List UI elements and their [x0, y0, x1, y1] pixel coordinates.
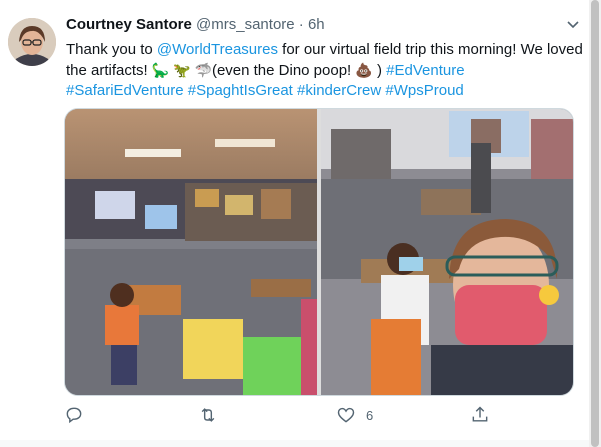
selfie-photo-right[interactable]	[321, 109, 573, 395]
author-handle[interactable]: @mrs_santore	[196, 16, 295, 33]
like-button[interactable]: 6	[336, 402, 373, 428]
retweet-icon	[201, 408, 215, 422]
next-tweet-edge	[0, 440, 601, 447]
tweet-actions: 6	[64, 402, 584, 428]
tweet-timestamp[interactable]: 6h	[308, 16, 325, 33]
tweet-text-part3: (even the Dino poop!	[211, 62, 356, 79]
reply-icon	[66, 407, 82, 424]
reply-button[interactable]	[64, 402, 84, 428]
classroom-photo-left[interactable]	[65, 109, 317, 395]
more-options-chevron-down-icon[interactable]	[560, 17, 586, 37]
poop-emoji: 💩	[355, 62, 373, 78]
like-count: 6	[366, 407, 374, 423]
author-name[interactable]: Courtney Santore	[66, 16, 192, 33]
dinosaur-shark-emojis: 🦕 🦖 🦈	[151, 62, 212, 78]
hashtag-edventure[interactable]: #EdVenture	[386, 62, 464, 79]
tweet-text-part4: )	[372, 62, 387, 79]
tweet-card[interactable]: Courtney Santore @mrs_santore · 6h Thank…	[0, 0, 601, 447]
hashtag-kindercrew[interactable]: #kinderCrew	[297, 82, 381, 99]
separator-dot: ·	[298, 16, 304, 33]
scrollbar-thumb[interactable]	[591, 0, 599, 447]
tweet-text: Thank you to @WorldTreasures for our vir…	[66, 40, 586, 101]
media-grid	[64, 108, 574, 396]
tweet-text-part1: Thank you to	[66, 41, 157, 58]
tweet-header: Courtney Santore @mrs_santore · 6h	[66, 16, 325, 33]
mention-worldtreasures[interactable]: @WorldTreasures	[157, 41, 278, 58]
hashtag-wpsproud[interactable]: #WpsProud	[385, 82, 463, 99]
share-button[interactable]	[470, 402, 490, 428]
avatar[interactable]	[8, 18, 56, 66]
retweet-button[interactable]	[198, 402, 218, 428]
hashtag-spaghtisgreat[interactable]: #SpaghtIsGreat	[188, 82, 293, 99]
share-icon	[472, 406, 488, 422]
hashtag-safariedventure[interactable]: #SafariEdVenture	[66, 82, 184, 99]
heart-icon	[337, 407, 355, 423]
